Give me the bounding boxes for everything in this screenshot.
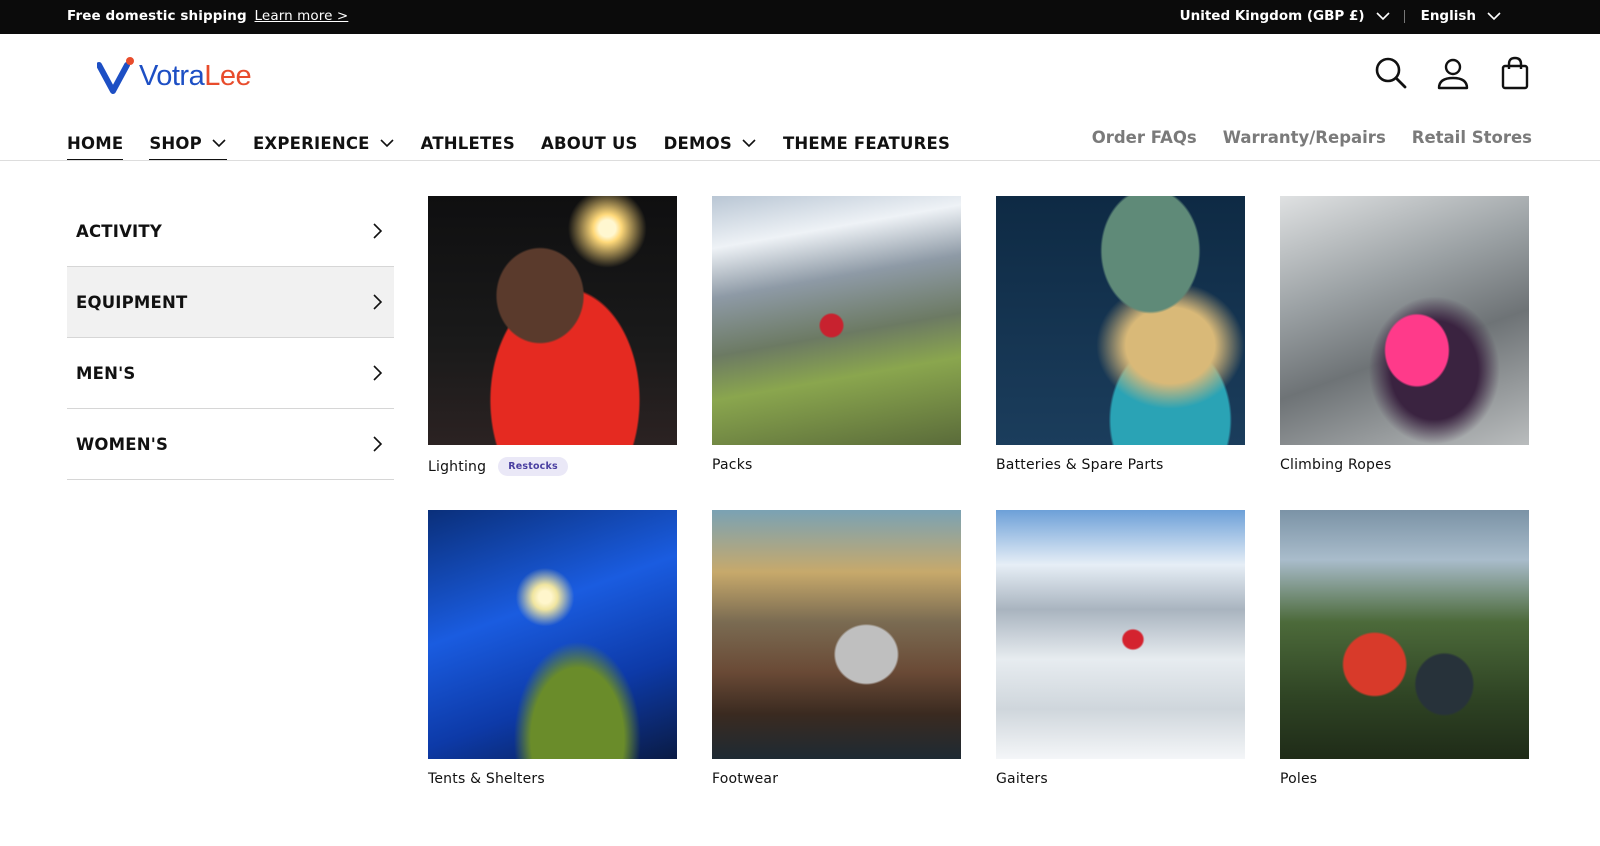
chevron-right-icon: [373, 436, 383, 452]
header-actions: [1374, 56, 1532, 90]
logo-text-part2: Lee: [204, 59, 252, 92]
category-label: MEN'S: [76, 363, 136, 383]
chevron-down-icon: [212, 139, 226, 148]
chevron-right-icon: [373, 294, 383, 310]
product-tile-poles[interactable]: Poles: [1280, 510, 1529, 824]
nav-item-demos[interactable]: DEMOS: [664, 127, 757, 159]
chevron-right-icon: [373, 365, 383, 381]
category-label: WOMEN'S: [76, 434, 169, 454]
learn-more-link[interactable]: Learn more >: [255, 8, 349, 24]
nav-item-label: THEME FEATURES: [782, 133, 951, 153]
announcement-bar: Free domestic shipping Learn more > Unit…: [0, 0, 1600, 34]
product-label: Footwear: [712, 771, 779, 787]
product-tile-climbing-ropes[interactable]: Climbing Ropes: [1280, 196, 1529, 510]
category-mens[interactable]: MEN'S: [67, 338, 394, 409]
nav-item-athletes[interactable]: ATHLETES: [421, 127, 515, 159]
account-icon[interactable]: [1436, 56, 1470, 90]
locale-selectors: United Kingdom (GBP £) English: [1180, 8, 1502, 24]
logo-text: VotraLee: [139, 59, 252, 93]
chevron-down-icon: [742, 139, 756, 148]
nav-item-label: ATHLETES: [420, 133, 515, 153]
product-label: Lighting: [428, 458, 487, 475]
order-faqs-link[interactable]: Order FAQs: [1092, 127, 1197, 159]
warranty-repairs-link[interactable]: Warranty/Repairs: [1223, 127, 1386, 159]
nav-item-label: DEMOS: [663, 133, 732, 153]
mega-menu-categories: ACTIVITY EQUIPMENT MEN'S WOMEN'S: [67, 196, 394, 480]
logo-text-part1: Votra: [139, 59, 205, 92]
header-divider: [0, 160, 1600, 161]
product-tile-gaiters[interactable]: Gaiters: [996, 510, 1245, 824]
retail-stores-link[interactable]: Retail Stores: [1412, 127, 1532, 159]
product-label: Climbing Ropes: [1280, 457, 1392, 473]
nav-item-label: EXPERIENCE: [252, 133, 370, 153]
product-image[interactable]: [428, 196, 677, 445]
cart-icon[interactable]: [1498, 56, 1532, 90]
category-label: ACTIVITY: [76, 221, 162, 241]
logo-mark-icon: [97, 57, 134, 94]
product-image[interactable]: [1280, 510, 1529, 759]
country-selector[interactable]: United Kingdom (GBP £): [1180, 8, 1365, 24]
product-image[interactable]: [712, 196, 961, 445]
product-image[interactable]: [428, 510, 677, 759]
product-label: Packs: [712, 457, 753, 473]
product-image[interactable]: [996, 510, 1245, 759]
product-image[interactable]: [1280, 196, 1529, 445]
mega-menu-products: Lighting Restocks Packs Batteries & Spare…: [428, 196, 1529, 824]
product-tile-batteries[interactable]: Batteries & Spare Parts: [996, 196, 1245, 510]
product-tile-packs[interactable]: Packs: [712, 196, 961, 510]
product-image[interactable]: [996, 196, 1245, 445]
category-label: EQUIPMENT: [76, 292, 188, 312]
secondary-nav: Order FAQs Warranty/Repairs Retail Store…: [1066, 127, 1532, 159]
category-activity[interactable]: ACTIVITY: [67, 196, 394, 267]
category-equipment[interactable]: EQUIPMENT: [67, 267, 394, 338]
nav-item-shop[interactable]: SHOP: [149, 127, 227, 161]
category-womens[interactable]: WOMEN'S: [67, 409, 394, 480]
product-label: Poles: [1280, 771, 1318, 787]
product-label: Tents & Shelters: [428, 771, 545, 787]
shipping-promo: Free domestic shipping Learn more >: [67, 8, 348, 24]
main-nav: HOME SHOP EXPERIENCE ATHLETES ABOUT US D…: [67, 127, 976, 161]
product-label: Gaiters: [996, 771, 1048, 787]
nav-item-label: ABOUT US: [540, 133, 638, 153]
product-label: Batteries & Spare Parts: [996, 457, 1164, 473]
chevron-down-icon: [380, 139, 394, 148]
nav-item-theme-features[interactable]: THEME FEATURES: [783, 127, 950, 159]
nav-item-about-us[interactable]: ABOUT US: [541, 127, 638, 159]
nav-item-label: SHOP: [149, 133, 202, 153]
restocks-badge: Restocks: [498, 457, 568, 476]
nav-item-experience[interactable]: EXPERIENCE: [253, 127, 395, 159]
language-selector[interactable]: English: [1421, 8, 1476, 24]
chevron-right-icon: [373, 223, 383, 239]
chevron-down-icon[interactable]: [1375, 8, 1391, 24]
chevron-down-icon[interactable]: [1486, 8, 1502, 24]
nav-item-label: HOME: [67, 133, 124, 153]
shipping-promo-text: Free domestic shipping: [67, 8, 247, 24]
product-tile-footwear[interactable]: Footwear: [712, 510, 961, 824]
product-image[interactable]: [712, 510, 961, 759]
brand-logo[interactable]: VotraLee: [97, 57, 252, 95]
product-tile-tents[interactable]: Tents & Shelters: [428, 510, 677, 824]
search-icon[interactable]: [1374, 56, 1408, 90]
nav-item-home[interactable]: HOME: [67, 127, 124, 161]
locale-divider: [1403, 9, 1405, 23]
product-tile-lighting[interactable]: Lighting Restocks: [428, 196, 677, 510]
